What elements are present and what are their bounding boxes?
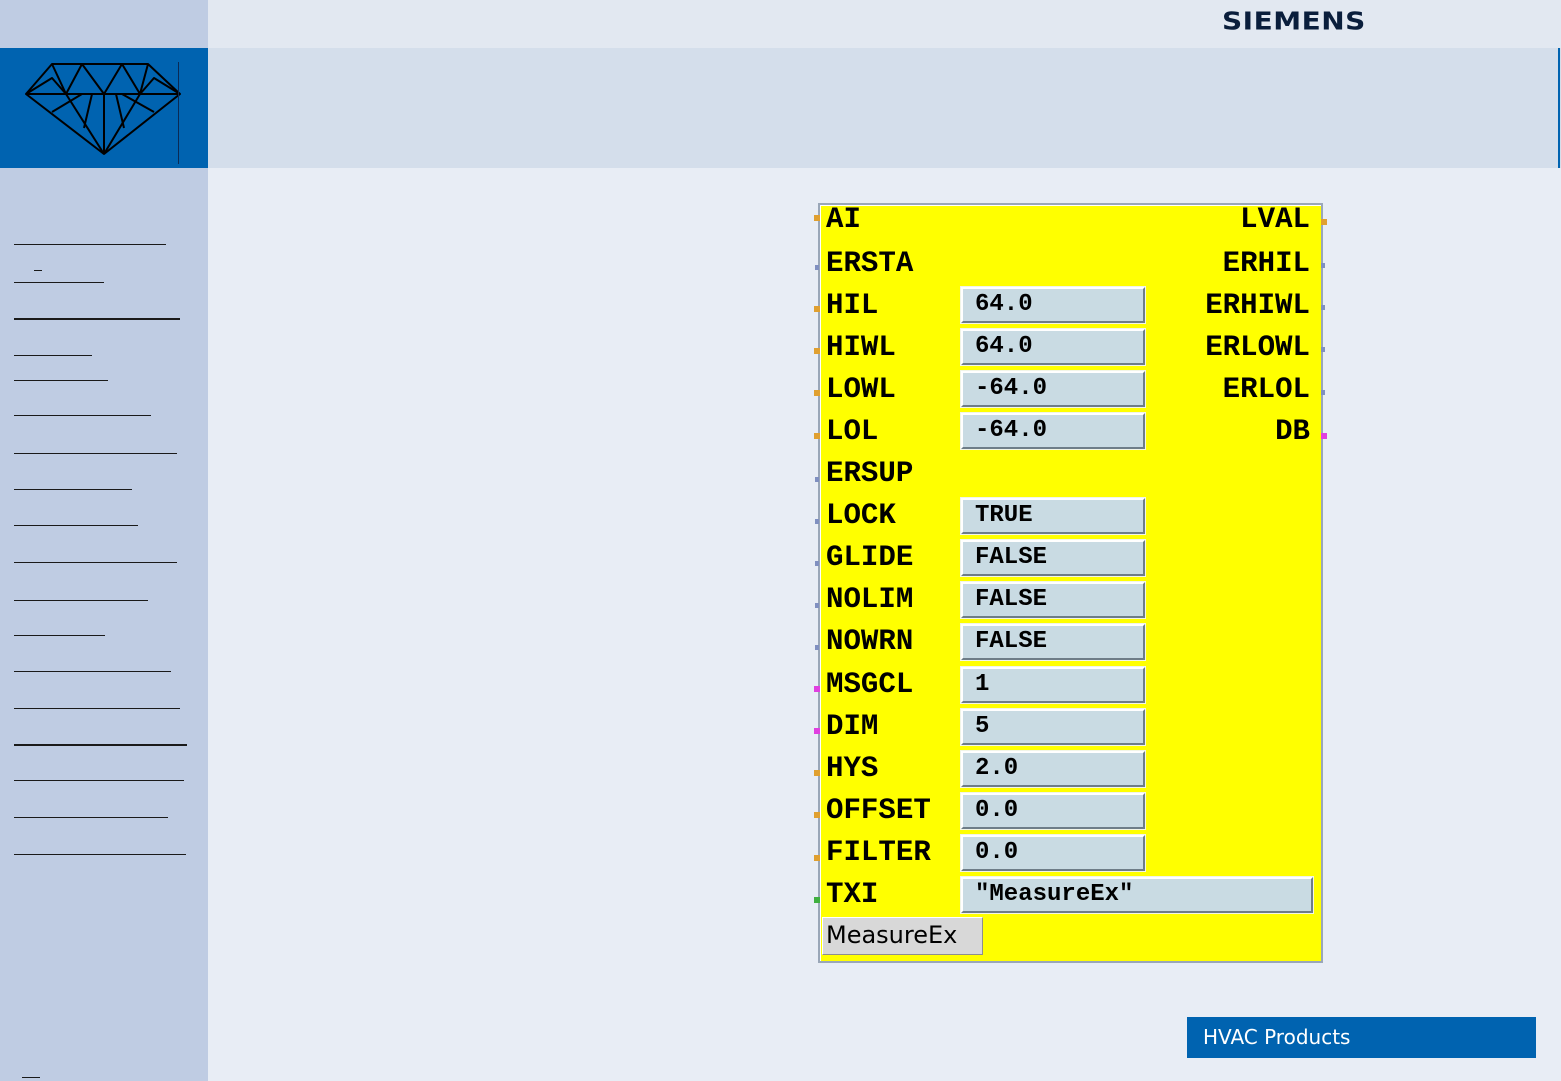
sidebar-link[interactable] (14, 600, 148, 601)
input-pin-hiwl[interactable] (814, 348, 820, 354)
input-label: GLIDE (826, 541, 914, 575)
sidebar-link-mark (34, 270, 42, 271)
sidebar-link[interactable] (14, 415, 151, 416)
sidebar-link[interactable] (14, 489, 132, 490)
sidebar-link[interactable] (14, 671, 171, 672)
sidebar-link[interactable] (14, 380, 108, 381)
input-label: NOWRN (826, 625, 914, 659)
output-pin-db[interactable] (1321, 433, 1327, 439)
input-pin-nolim[interactable] (815, 603, 819, 608)
input-pin-txi[interactable] (814, 897, 820, 903)
input-label: DIM (826, 710, 879, 744)
input-pin-nowrn[interactable] (815, 645, 819, 650)
filter-value-field[interactable]: 0.0 (960, 834, 1146, 872)
sidebar-link[interactable] (14, 453, 177, 454)
input-pin-hys[interactable] (814, 770, 820, 776)
brand-logo: SIEMENS (1222, 6, 1366, 36)
input-label: FILTER (826, 836, 931, 870)
input-label: HIL (826, 289, 879, 323)
lowl-value-field[interactable]: -64.0 (960, 370, 1146, 408)
output-label: ERHIL (1222, 247, 1310, 281)
msgcl-value-field[interactable]: 1 (960, 666, 1146, 704)
input-pin-filter[interactable] (814, 855, 820, 861)
input-label: NOLIM (826, 583, 914, 617)
offset-value-field[interactable]: 0.0 (960, 792, 1146, 830)
input-label: LOL (826, 415, 879, 449)
input-label: HYS (826, 752, 879, 786)
input-pin-hil[interactable] (814, 306, 820, 312)
input-label: HIWL (826, 331, 896, 365)
nowrn-value-field[interactable]: FALSE (960, 623, 1146, 661)
input-pin-glide[interactable] (815, 561, 819, 566)
input-pin-lowl[interactable] (814, 390, 820, 396)
sidebar-link[interactable] (14, 854, 186, 855)
input-label: LOCK (826, 499, 896, 533)
output-label: LVAL (1240, 203, 1310, 237)
logo-divider (178, 62, 179, 164)
output-label: ERLOWL (1205, 331, 1310, 365)
input-label: ERSUP (826, 457, 914, 491)
nolim-value-field[interactable]: FALSE (960, 581, 1146, 619)
input-pin-ai[interactable] (814, 215, 820, 221)
input-pin-lol[interactable] (814, 433, 820, 439)
sidebar-link[interactable] (14, 562, 177, 563)
hiwl-value-field[interactable]: 64.0 (960, 328, 1146, 366)
hil-value-field[interactable]: 64.0 (960, 286, 1146, 324)
hys-value-field[interactable]: 2.0 (960, 750, 1146, 788)
input-label: LOWL (826, 373, 896, 407)
output-label: DB (1275, 415, 1310, 449)
input-pin-ersta[interactable] (815, 265, 819, 270)
input-label: OFFSET (826, 794, 931, 828)
lock-value-field[interactable]: TRUE (960, 497, 1146, 535)
diamond-logo-icon (25, 63, 181, 155)
output-pin-erhil[interactable] (1321, 263, 1325, 268)
logo-panel (0, 48, 208, 168)
output-label: ERHIWL (1205, 289, 1310, 323)
lol-value-field[interactable]: -64.0 (960, 412, 1146, 450)
block-name-tab[interactable]: MeasureEx (822, 917, 983, 955)
glide-value-field[interactable]: FALSE (960, 539, 1146, 577)
sidebar-link[interactable] (14, 525, 138, 526)
input-label: AI (826, 203, 861, 237)
input-label: ERSTA (826, 247, 914, 281)
sidebar-link[interactable] (14, 244, 166, 245)
output-pin-erlowl[interactable] (1321, 347, 1325, 352)
sidebar-link[interactable] (14, 744, 187, 746)
title-band (208, 48, 1561, 168)
sidebar-link[interactable] (14, 708, 180, 709)
sidebar-link[interactable] (14, 318, 180, 320)
hvac-products-badge: HVAC Products (1187, 1017, 1536, 1058)
sidebar-link[interactable] (14, 282, 104, 283)
txi-value-field[interactable]: "MeasureEx" (960, 876, 1314, 914)
input-label: MSGCL (826, 668, 914, 702)
input-pin-lock[interactable] (815, 519, 819, 524)
output-pin-erhiwl[interactable] (1321, 305, 1325, 310)
sidebar-link[interactable] (14, 780, 184, 781)
output-pin-erlol[interactable] (1321, 390, 1325, 395)
input-pin-msgcl[interactable] (814, 686, 820, 692)
dim-value-field[interactable]: 5 (960, 708, 1146, 746)
sidebar-bottom-mark (22, 1077, 40, 1078)
input-pin-offset[interactable] (814, 812, 820, 818)
output-pin-lval[interactable] (1321, 219, 1327, 225)
sidebar-link[interactable] (14, 635, 105, 636)
input-pin-dim[interactable] (814, 728, 820, 734)
sidebar-link[interactable] (14, 817, 168, 818)
title-band-edge (1558, 48, 1560, 168)
output-label: ERLOL (1222, 373, 1310, 407)
sidebar-link[interactable] (14, 355, 92, 356)
input-pin-ersup[interactable] (815, 477, 819, 482)
input-label: TXI (826, 878, 879, 912)
